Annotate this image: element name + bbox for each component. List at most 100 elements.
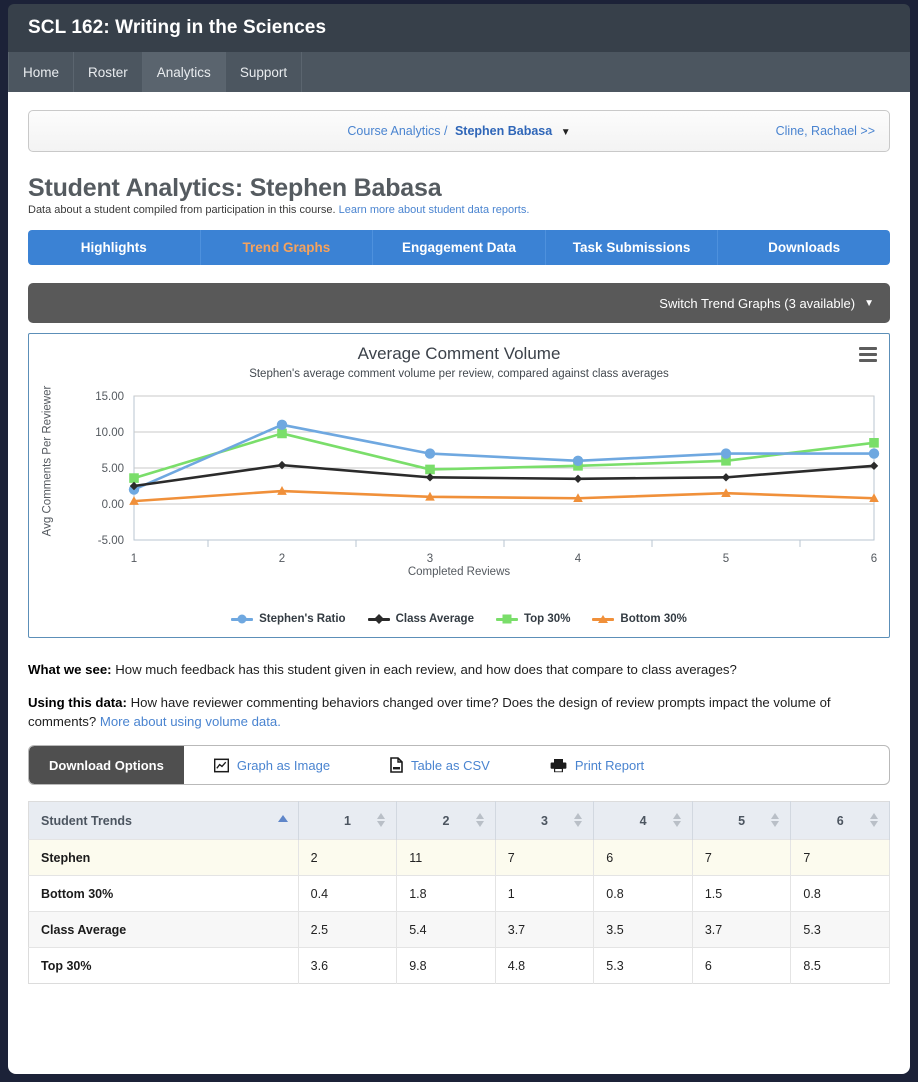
legend-swatch xyxy=(495,614,518,624)
table-cell: 6 xyxy=(692,947,792,984)
table-header-review-5[interactable]: 5 xyxy=(692,801,792,840)
legend-item-top-30-[interactable]: Top 30% xyxy=(495,613,570,625)
next-student-link[interactable]: Cline, Rachael >> xyxy=(776,124,875,138)
nav-item-home[interactable]: Home xyxy=(8,52,75,92)
table-cell: 3.5 xyxy=(593,911,693,948)
sort-ascending-icon[interactable] xyxy=(277,815,288,823)
table-cell: 5.3 xyxy=(790,911,890,948)
using-this-data-paragraph: Using this data: How have reviewer comme… xyxy=(28,693,890,731)
table-header-label: 5 xyxy=(738,813,746,828)
table-cell: 1.5 xyxy=(692,875,792,912)
table-header-row: Student Trends 1 2 3 4 5 6 xyxy=(28,801,890,840)
table-row-label: Top 30% xyxy=(28,947,299,984)
chevron-down-icon[interactable]: ▼ xyxy=(561,127,571,138)
chart-y-tick-label: -5.00 xyxy=(98,535,124,547)
sort-toggle-icon[interactable] xyxy=(574,813,583,828)
table-header-review-2[interactable]: 2 xyxy=(396,801,496,840)
sort-toggle-icon[interactable] xyxy=(377,813,386,828)
legend-label: Bottom 30% xyxy=(620,613,687,625)
table-header-review-4[interactable]: 4 xyxy=(593,801,693,840)
breadcrumb-current-student[interactable]: Stephen Babasa xyxy=(455,124,552,138)
chart-y-tick-label: 15.00 xyxy=(95,391,124,403)
table-header-review-1[interactable]: 1 xyxy=(298,801,398,840)
chart-x-tick-label: 2 xyxy=(279,553,285,565)
chart-plot-area: -5.00 0.00 5.00 10.00 15.00 1 2 3 4 5 6 xyxy=(29,384,889,584)
sort-toggle-icon[interactable] xyxy=(870,813,879,828)
table-cell: 2.5 xyxy=(298,911,398,948)
download-graph-as-image[interactable]: Graph as Image xyxy=(184,746,360,784)
table-cell: 0.8 xyxy=(790,875,890,912)
nav-item-analytics[interactable]: Analytics xyxy=(142,52,226,92)
table-header-review-3[interactable]: 3 xyxy=(495,801,595,840)
tab-trend-graphs[interactable]: Trend Graphs xyxy=(201,230,374,265)
switch-trend-graphs-button[interactable]: Switch Trend Graphs (3 available) ▼ xyxy=(28,283,890,323)
chart-marker xyxy=(425,464,435,475)
page-title: Student Analytics: Stephen Babasa xyxy=(28,174,442,202)
nav-item-support[interactable]: Support xyxy=(226,52,303,92)
legend-item-class-average[interactable]: Class Average xyxy=(367,613,474,625)
breadcrumb: Course Analytics / Stephen Babasa ▼ Clin… xyxy=(28,110,890,152)
legend-label: Stephen's Ratio xyxy=(259,613,346,625)
switch-trend-graphs-label: Switch Trend Graphs (3 available) xyxy=(659,295,856,311)
chart-marker xyxy=(572,455,584,466)
tab-task-submissions[interactable]: Task Submissions xyxy=(546,230,719,265)
what-we-see-label: What we see: xyxy=(28,662,112,677)
table-cell: 3.7 xyxy=(495,911,595,948)
csv-file-icon xyxy=(390,757,403,774)
legend-item-stephen-s-ratio[interactable]: Stephen's Ratio xyxy=(231,613,346,625)
tab-downloads[interactable]: Downloads xyxy=(718,230,890,265)
tab-engagement-data[interactable]: Engagement Data xyxy=(373,230,546,265)
table-header-review-6[interactable]: 6 xyxy=(790,801,890,840)
breadcrumb-parent-link[interactable]: Course Analytics / xyxy=(347,124,447,138)
table-cell: 5.3 xyxy=(593,947,693,984)
legend-item-bottom-30-[interactable]: Bottom 30% xyxy=(592,613,687,625)
student-trends-table: Student Trends 1 2 3 4 5 6 Stephen 2 11 7 6 7 7 Botto… xyxy=(28,801,890,985)
table-header-student-trends[interactable]: Student Trends xyxy=(28,801,299,840)
table-cell: 5.4 xyxy=(396,911,496,948)
table-cell: 9.8 xyxy=(396,947,496,984)
legend-label: Class Average xyxy=(395,613,474,625)
breadcrumb-center: Course Analytics / Stephen Babasa ▼ xyxy=(29,124,889,138)
chart-image-icon xyxy=(213,758,229,773)
table-header-label: 6 xyxy=(836,813,844,828)
table-cell: 0.4 xyxy=(298,875,398,912)
table-row: Top 30% 3.6 9.8 4.8 5.3 6 8.5 xyxy=(28,947,890,984)
chart-marker xyxy=(869,438,879,448)
download-table-as-csv[interactable]: Table as CSV xyxy=(360,746,520,784)
chart-menu-icon[interactable] xyxy=(859,347,877,365)
sort-toggle-icon[interactable] xyxy=(771,813,780,828)
table-head: Student Trends 1 2 3 4 5 6 xyxy=(28,801,890,840)
sort-toggle-icon[interactable] xyxy=(475,813,485,828)
table-row-label: Bottom 30% xyxy=(28,875,299,912)
chart-y-tick-label: 0.00 xyxy=(102,499,124,511)
chart-legend: Stephen's Ratio Class Average Top 30% Botto… xyxy=(29,613,889,625)
chart-subtitle: Stephen's average comment volume per rev… xyxy=(249,368,669,380)
trend-chart-card: Average Comment Volume Stephen's average… xyxy=(28,333,890,638)
sort-toggle-icon[interactable] xyxy=(672,813,682,828)
table-cell: 3.6 xyxy=(298,947,398,984)
chart-marker xyxy=(276,419,288,430)
learn-more-link[interactable]: Learn more about student data reports. xyxy=(339,204,530,216)
table-row-label: Class Average xyxy=(28,911,299,948)
download-options-heading[interactable]: Download Options xyxy=(29,746,184,785)
print-report[interactable]: Print Report xyxy=(520,746,674,784)
tab-highlights[interactable]: Highlights xyxy=(28,230,201,265)
legend-marker-square-icon xyxy=(502,614,512,624)
table-cell: 7 xyxy=(790,839,890,876)
table-row-label: Stephen xyxy=(28,839,299,876)
chart-svg: -5.00 0.00 5.00 10.00 15.00 1 2 3 4 5 6 xyxy=(95,391,880,565)
page-subtitle-text: Data about a student compiled from parti… xyxy=(28,204,336,216)
table-cell: 8.5 xyxy=(790,947,890,984)
course-title: SCL 162: Writing in the Sciences xyxy=(28,17,327,38)
table-body: Stephen 2 11 7 6 7 7 Bottom 30% 0.4 1.8 1 0.8 1.5 0.8… xyxy=(28,839,890,984)
nav-item-roster[interactable]: Roster xyxy=(74,52,143,92)
more-about-volume-data-link[interactable]: More about using volume data. xyxy=(100,714,281,729)
table-cell: 4.8 xyxy=(495,947,595,984)
analytics-tabs: Highlights Trend Graphs Engagement Data Tas… xyxy=(28,230,890,265)
page-subtitle: Data about a student compiled from parti… xyxy=(28,204,890,216)
chart-x-axis-label: Completed Reviews xyxy=(407,566,511,578)
chart-x-tick-label: 6 xyxy=(871,553,877,565)
main-navigation: Home Roster Analytics Support xyxy=(8,52,910,92)
download-graph-as-image-label: Graph as Image xyxy=(236,757,331,773)
print-report-label: Print Report xyxy=(574,757,645,773)
